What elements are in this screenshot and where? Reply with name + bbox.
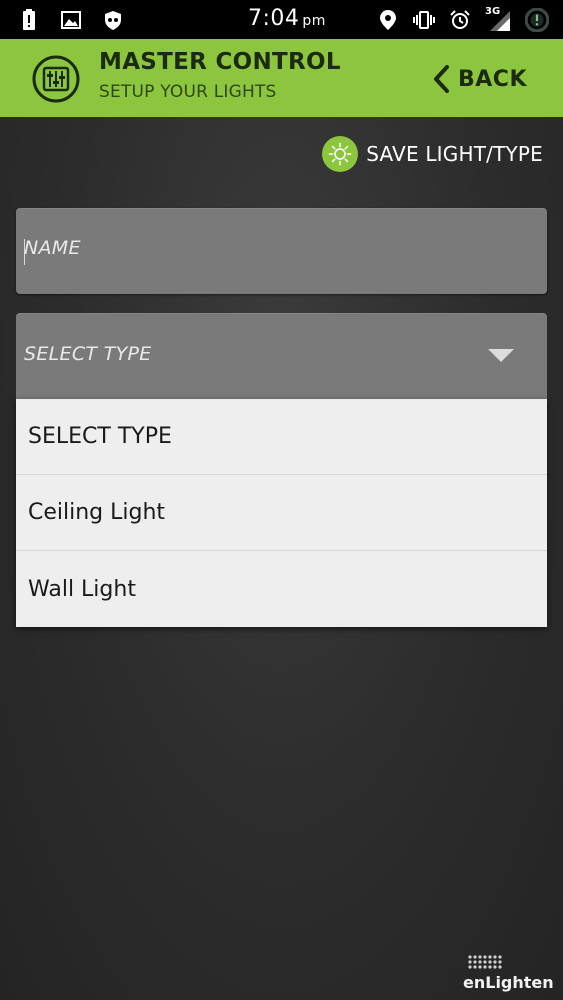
notification-icon — [525, 7, 549, 32]
alert-icon — [23, 8, 35, 30]
page-subtitle: SETUP YOUR LIGHTS — [99, 82, 277, 102]
status-bar: 7:04 pm 3G — [0, 0, 563, 39]
mixer-icon — [32, 55, 80, 103]
dots-logo-icon — [468, 955, 502, 969]
cell-signal: 3G — [485, 6, 511, 32]
dropdown-option-select-type[interactable]: SELECT TYPE — [16, 399, 547, 475]
brand-name: enLighten — [463, 973, 554, 992]
alarm-icon — [450, 9, 470, 29]
vibrate-icon — [413, 10, 435, 29]
dropdown-option-wall-light[interactable]: Wall Light — [16, 551, 547, 627]
name-placeholder: NAME — [24, 237, 81, 259]
incognito-icon — [105, 10, 121, 30]
back-button[interactable]: BACK — [432, 61, 527, 97]
save-light-type-button[interactable]: SAVE LIGHT/TYPE — [322, 135, 543, 173]
chevron-left-icon — [434, 65, 449, 93]
type-select-value: SELECT TYPE — [24, 343, 152, 365]
image-icon — [61, 10, 81, 29]
save-label: SAVE LIGHT/TYPE — [366, 142, 543, 166]
dropdown-option-ceiling-light[interactable]: Ceiling Light — [16, 475, 547, 551]
back-label: BACK — [458, 66, 527, 92]
brand-logo: enLighten — [463, 954, 554, 994]
type-dropdown-list: SELECT TYPE Ceiling Light Wall Light — [16, 399, 547, 627]
name-input[interactable]: NAME — [16, 208, 547, 294]
chevron-down-icon — [488, 349, 514, 362]
app-header: MASTER CONTROL SETUP YOUR LIGHTS BACK — [0, 39, 563, 117]
clock: 7:04 pm — [248, 6, 326, 31]
sun-icon — [328, 142, 352, 166]
type-select[interactable]: SELECT TYPE — [16, 313, 547, 399]
location-icon — [380, 9, 396, 30]
signal-icon — [490, 10, 510, 31]
page-title: MASTER CONTROL — [99, 49, 341, 75]
save-icon-badge — [322, 136, 359, 172]
